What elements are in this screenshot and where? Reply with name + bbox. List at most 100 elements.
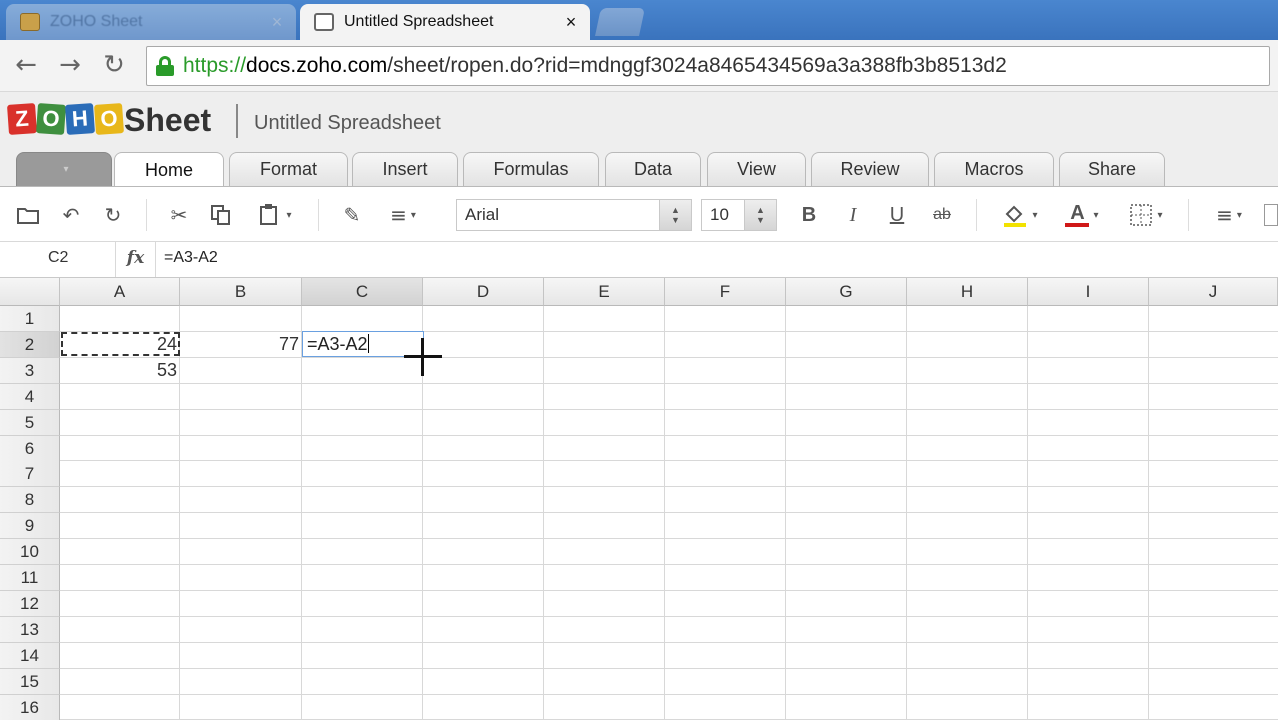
align-left-icon[interactable]: ≡ ▾ xyxy=(1206,201,1252,229)
tab-formulas[interactable]: Formulas xyxy=(463,152,599,186)
copy-icon[interactable] xyxy=(206,201,236,229)
column-header-d[interactable]: D xyxy=(423,278,544,306)
tab-share[interactable]: Share xyxy=(1059,152,1165,186)
column-header-f[interactable]: F xyxy=(665,278,786,306)
row-header-1[interactable]: 1 xyxy=(0,306,60,332)
document-title[interactable]: Untitled Spreadsheet xyxy=(254,112,441,135)
reload-icon[interactable]: ↻ xyxy=(98,51,130,81)
tab-insert[interactable]: Insert xyxy=(352,152,458,186)
toolbar-separator xyxy=(1188,199,1189,231)
column-header-j[interactable]: J xyxy=(1149,278,1278,306)
size-spinner-icon[interactable]: ▲ ▼ xyxy=(744,200,776,230)
fx-icon[interactable]: fx xyxy=(116,242,156,277)
tab-review[interactable]: Review xyxy=(811,152,929,186)
grid-row-line xyxy=(60,512,1278,514)
tab-format[interactable]: Format xyxy=(229,152,348,186)
row-header-9[interactable]: 9 xyxy=(0,513,60,540)
row-header-13[interactable]: 13 xyxy=(0,616,60,643)
grid-row-line xyxy=(60,460,1278,462)
app-menu-button[interactable]: ▾ xyxy=(16,152,112,186)
underline-button[interactable]: U xyxy=(884,201,910,229)
row-header-11[interactable]: 11 xyxy=(0,565,60,591)
zoho-favicon-icon xyxy=(20,13,40,31)
tab-title: ZOHO Sheet xyxy=(50,13,143,30)
tab-title: Untitled Spreadsheet xyxy=(344,13,494,30)
font-spinner-icon[interactable]: ▲ ▼ xyxy=(659,200,691,230)
spreadsheet-grid[interactable]: A B C D E F G H I J 1 2 3 4 5 6 7 8 9 10 11 12 13 14 15 16 24 77 53 =… xyxy=(0,278,1278,720)
italic-button[interactable]: I xyxy=(840,201,866,229)
clear-format-icon[interactable]: ≡ ▾ xyxy=(380,201,426,229)
grid-row-line xyxy=(60,589,1278,591)
more-tools-icon[interactable] xyxy=(1264,204,1278,226)
address-bar[interactable]: https://docs.zoho.com/sheet/ropen.do?rid… xyxy=(146,46,1270,86)
back-arrow-icon[interactable]: ← xyxy=(10,51,42,81)
row-header-6[interactable]: 6 xyxy=(0,435,60,462)
column-header-g[interactable]: G xyxy=(786,278,907,306)
cell-a2[interactable]: 24 xyxy=(60,332,180,357)
browser-tab-bar: ZOHO Sheet × Untitled Spreadsheet × xyxy=(0,0,1278,40)
new-tab-button[interactable] xyxy=(595,8,645,36)
name-box[interactable]: C2 xyxy=(0,242,116,277)
row-header-7[interactable]: 7 xyxy=(0,461,60,488)
tab-view[interactable]: View xyxy=(707,152,806,186)
open-folder-icon[interactable] xyxy=(12,201,44,229)
column-header-i[interactable]: I xyxy=(1028,278,1149,306)
row-header-4[interactable]: 4 xyxy=(0,383,60,410)
column-header-b[interactable]: B xyxy=(180,278,302,306)
crosshair-cursor-icon xyxy=(404,338,442,376)
sheet-favicon-icon xyxy=(314,13,334,31)
strikethrough-button[interactable]: ab xyxy=(926,201,958,229)
font-color-button[interactable]: A ▾ xyxy=(1056,201,1108,229)
close-icon[interactable]: × xyxy=(558,12,584,33)
paste-icon[interactable]: ▾ xyxy=(248,201,302,229)
borders-icon[interactable]: ▾ xyxy=(1120,201,1172,229)
zoho-logo: ZOHO xyxy=(6,103,125,135)
bold-button[interactable]: B xyxy=(796,201,822,229)
url-text: https://docs.zoho.com/sheet/ropen.do?rid… xyxy=(183,54,1007,77)
cell-b2[interactable]: 77 xyxy=(180,332,302,357)
redo-icon[interactable]: ↻ xyxy=(98,201,128,229)
column-header-e[interactable]: E xyxy=(544,278,665,306)
grid-row-line xyxy=(60,693,1278,695)
browser-tab-active[interactable]: Untitled Spreadsheet × xyxy=(300,4,590,40)
font-family-select[interactable]: Arial ▲ ▼ xyxy=(456,199,692,231)
row-header-2[interactable]: 2 xyxy=(0,331,60,358)
row-header-5[interactable]: 5 xyxy=(0,409,60,436)
cut-icon[interactable]: ✂ xyxy=(164,201,194,229)
undo-icon[interactable]: ↶ xyxy=(56,201,86,229)
formula-bar: C2 fx =A3-A2 xyxy=(0,242,1278,278)
fill-color-button[interactable]: ▾ xyxy=(994,201,1046,229)
row-header-8[interactable]: 8 xyxy=(0,487,60,514)
formula-input[interactable]: =A3-A2 xyxy=(164,249,218,267)
toolbar-separator xyxy=(318,199,319,231)
cell-a3[interactable]: 53 xyxy=(60,358,180,383)
ribbon-tabs: ▾ Home Format Insert Formulas Data View … xyxy=(0,152,1278,187)
column-header-a[interactable]: A xyxy=(60,278,180,306)
tab-data[interactable]: Data xyxy=(605,152,701,186)
close-icon[interactable]: × xyxy=(264,12,290,33)
column-header-h[interactable]: H xyxy=(907,278,1028,306)
select-all-corner[interactable] xyxy=(0,278,60,306)
lock-icon xyxy=(155,56,175,76)
grid-row-line xyxy=(60,615,1278,617)
format-painter-icon[interactable]: ✎ xyxy=(336,201,368,229)
forward-arrow-icon[interactable]: → xyxy=(54,51,86,81)
grid-row-line xyxy=(60,434,1278,436)
font-size-select[interactable]: 10 ▲ ▼ xyxy=(701,199,777,231)
tab-macros[interactable]: Macros xyxy=(934,152,1054,186)
row-header-15[interactable]: 15 xyxy=(0,668,60,695)
row-header-10[interactable]: 10 xyxy=(0,539,60,566)
column-header-c[interactable]: C xyxy=(302,278,423,306)
grid-row-line xyxy=(60,486,1278,488)
grid-row-line xyxy=(60,538,1278,540)
row-header-12[interactable]: 12 xyxy=(0,590,60,617)
grid-row-line xyxy=(60,564,1278,565)
cell-editor-text: =A3-A2 xyxy=(307,334,368,354)
grid-row-line xyxy=(60,667,1278,669)
tab-home[interactable]: Home xyxy=(114,152,224,187)
row-header-3[interactable]: 3 xyxy=(0,357,60,384)
toolbar-separator xyxy=(976,199,977,231)
browser-tab-inactive[interactable]: ZOHO Sheet × xyxy=(6,4,296,40)
row-header-14[interactable]: 14 xyxy=(0,642,60,669)
row-header-16[interactable]: 16 xyxy=(0,694,60,720)
